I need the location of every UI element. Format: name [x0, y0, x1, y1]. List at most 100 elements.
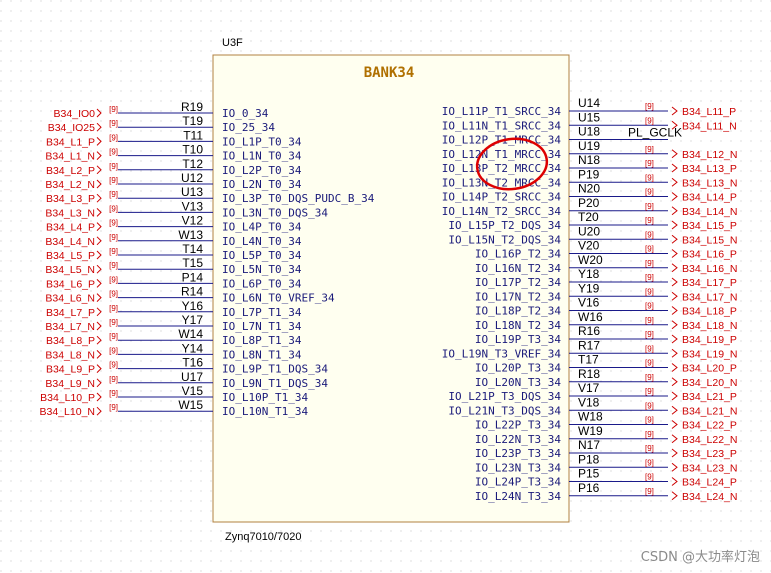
pin-number: T20: [578, 210, 599, 224]
bus-tag: [9]: [109, 162, 118, 171]
net-label[interactable]: B34_L6_N: [45, 293, 95, 305]
net-label[interactable]: PL_GCLK: [628, 126, 682, 140]
net-label[interactable]: B34_L21_P: [682, 391, 737, 403]
bus-tag: [9]: [645, 202, 654, 211]
net-label[interactable]: B34_L5_N: [45, 264, 95, 276]
net-label[interactable]: B34_L4_N: [45, 236, 95, 248]
net-label[interactable]: B34_L17_P: [682, 277, 737, 289]
net-label[interactable]: B34_L10_N: [40, 406, 95, 418]
net-label[interactable]: B34_L19_N: [682, 348, 737, 360]
net-label[interactable]: B34_L8_P: [46, 335, 95, 347]
net-label[interactable]: B34_L3_P: [46, 193, 95, 205]
net-label[interactable]: B34_L5_P: [46, 250, 95, 262]
pin-name: IO_L18N_T2_34: [475, 319, 561, 332]
pin-number: P18: [578, 452, 600, 466]
net-label[interactable]: B34_L18_N: [682, 320, 737, 332]
net-label[interactable]: B34_L17_N: [682, 291, 737, 303]
bus-tag: [9]: [645, 102, 654, 111]
watermark: CSDN @大功率灯泡: [641, 549, 760, 565]
pin-name: IO_L17P_T2_34: [475, 276, 561, 289]
pin-name: IO_L18P_T2_34: [475, 305, 561, 318]
pin-number: Y16: [182, 299, 204, 313]
pin-name: IO_L16P_T2_34: [475, 248, 561, 261]
pin-number: U18: [578, 125, 600, 139]
net-label[interactable]: B34_L14_N: [682, 206, 737, 218]
net-label[interactable]: B34_L15_P: [682, 220, 737, 232]
net-label[interactable]: B34_L2_P: [46, 165, 95, 177]
net-label[interactable]: B34_L13_N: [682, 177, 737, 189]
component-title: BANK34: [364, 65, 415, 81]
net-label[interactable]: B34_L24_P: [682, 477, 737, 489]
net-label[interactable]: B34_L22_P: [682, 420, 737, 432]
net-label[interactable]: B34_L20_P: [682, 363, 737, 375]
bus-tag: [9]: [109, 105, 118, 114]
bus-tag: [9]: [645, 430, 654, 439]
right-pin-column: IO_L11P_T1_SRCC_34 U14 [9] B34_L11_P IO_L11N…: [442, 96, 738, 503]
net-label[interactable]: B34_L23_P: [682, 448, 737, 460]
net-label[interactable]: B34_L7_N: [45, 321, 95, 333]
pin-number: U12: [181, 171, 203, 185]
net-label[interactable]: B34_L12_N: [682, 149, 737, 161]
bus-tag: [9]: [109, 304, 118, 313]
net-label[interactable]: B34_L7_P: [46, 307, 95, 319]
net-label[interactable]: B34_L24_N: [682, 491, 737, 503]
net-label[interactable]: B34_L23_N: [682, 462, 737, 474]
net-label[interactable]: B34_L16_P: [682, 249, 737, 261]
net-label[interactable]: B34_L2_N: [45, 179, 95, 191]
pin-number: T16: [182, 356, 203, 370]
pin-name: IO_L23P_T3_34: [475, 447, 561, 460]
bus-tag: [9]: [645, 230, 654, 239]
net-label[interactable]: B34_L19_P: [682, 334, 737, 346]
bus-tag: [9]: [109, 318, 118, 327]
net-label[interactable]: B34_L11_N: [682, 120, 737, 132]
pin-number: Y17: [182, 313, 204, 327]
net-label[interactable]: B34_L14_P: [682, 192, 737, 204]
pin-number: N17: [578, 438, 600, 452]
pin-number: T15: [182, 256, 203, 270]
bus-tag: [9]: [109, 375, 118, 384]
pin-name: IO_L21P_T3_DQS_34: [448, 390, 561, 403]
pin-name: IO_L22N_T3_34: [475, 433, 561, 446]
net-label[interactable]: B34_L8_N: [45, 349, 95, 361]
net-label[interactable]: B34_L16_N: [682, 263, 737, 275]
net-label[interactable]: B34_L13_P: [682, 163, 737, 175]
net-label[interactable]: B34_L4_P: [46, 222, 95, 234]
net-label[interactable]: B34_L9_P: [46, 364, 95, 376]
bus-tag: [9]: [109, 119, 118, 128]
net-label[interactable]: B34_L18_P: [682, 306, 737, 318]
net-label[interactable]: B34_L22_N: [682, 434, 737, 446]
pin-number: N18: [578, 153, 600, 167]
net-label[interactable]: B34_L15_N: [682, 234, 737, 246]
bus-tag: [9]: [109, 133, 118, 142]
pin-name: IO_L20N_T3_34: [475, 376, 561, 389]
net-label[interactable]: B34_L9_N: [45, 378, 95, 390]
net-label[interactable]: B34_L20_N: [682, 377, 737, 389]
net-label[interactable]: B34_L3_N: [45, 207, 95, 219]
component-part: Zynq7010/7020: [225, 531, 301, 543]
bus-tag: [9]: [645, 416, 654, 425]
pin-name: IO_L15N_T2_DQS_34: [448, 233, 561, 246]
net-label[interactable]: B34_L11_P: [682, 106, 736, 118]
pin-name: IO_L7P_T1_34: [222, 306, 302, 319]
pin-number: V15: [182, 384, 204, 398]
net-label[interactable]: B34_L21_N: [682, 405, 737, 417]
net-label[interactable]: B34_IO25: [48, 122, 95, 134]
bus-tag: [9]: [109, 290, 118, 299]
pin-name: IO_L16N_T2_34: [475, 262, 561, 275]
net-label[interactable]: B34_L6_P: [46, 278, 95, 290]
pin-name: IO_L7N_T1_34: [222, 320, 302, 333]
bus-tag: [9]: [645, 359, 654, 368]
pin-name: IO_L4P_T0_34: [222, 221, 302, 234]
bus-tag: [9]: [645, 188, 654, 197]
pin-number: P16: [578, 481, 600, 495]
pin-name: IO_L5P_T0_34: [222, 249, 302, 262]
net-label[interactable]: B34_L10_P: [40, 392, 95, 404]
pin-name: IO_L2N_T0_34: [222, 178, 302, 191]
bus-tag: [9]: [109, 261, 118, 270]
pin-number: U15: [578, 110, 600, 124]
bus-tag: [9]: [645, 473, 654, 482]
net-label[interactable]: B34_L1_P: [46, 136, 95, 148]
net-label[interactable]: B34_L1_N: [45, 151, 95, 163]
bus-tag: [9]: [109, 190, 118, 199]
net-label[interactable]: B34_IO0: [54, 108, 96, 120]
